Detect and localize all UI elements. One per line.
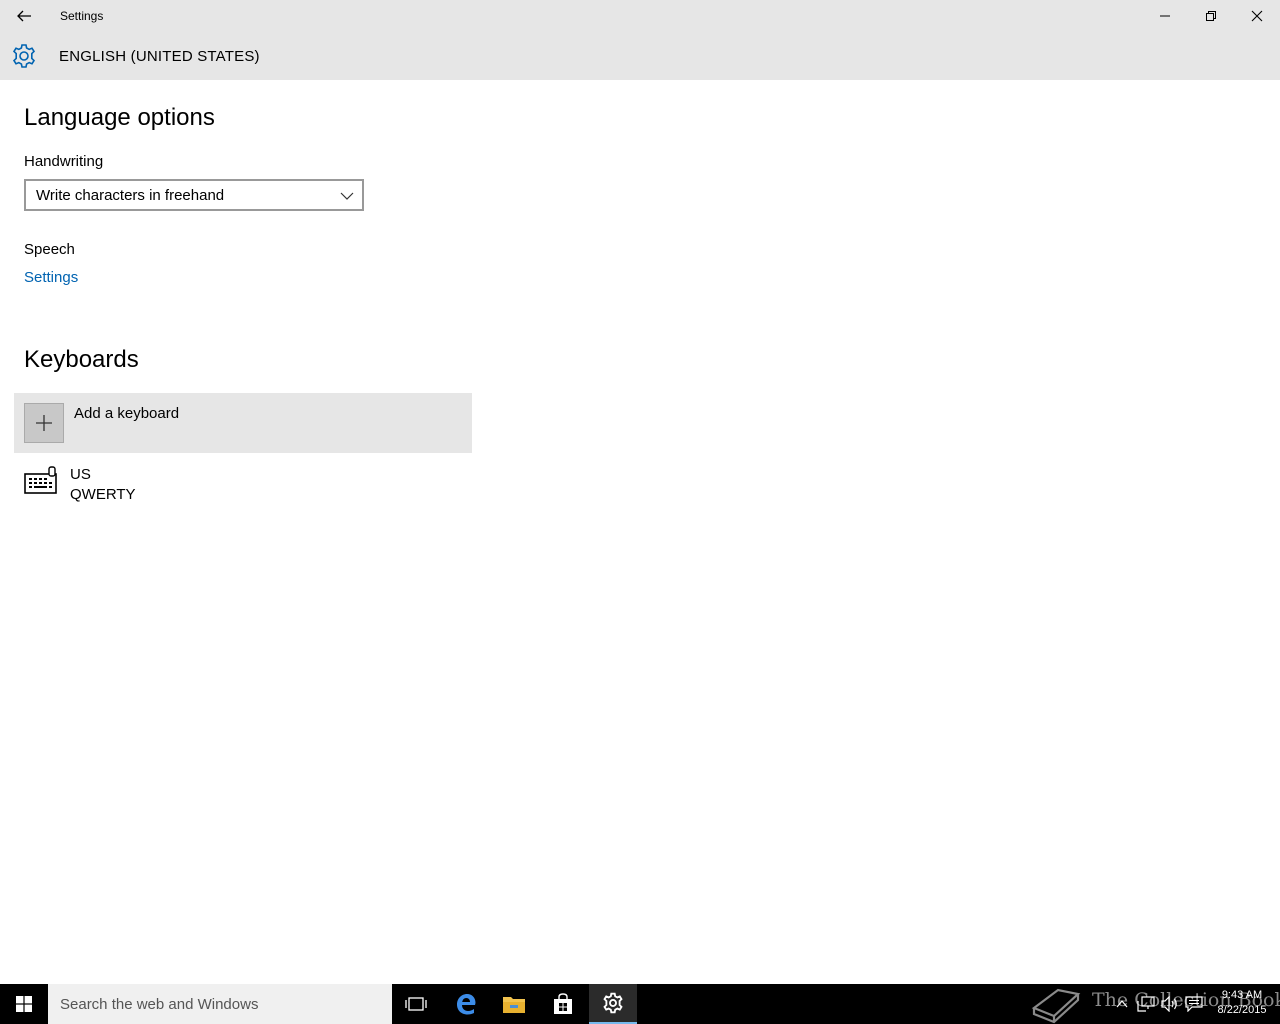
minimize-icon <box>1160 15 1170 17</box>
windows-logo-icon <box>16 996 32 1012</box>
clock-date: 8/22/2015 <box>1217 1004 1267 1016</box>
keyboards-heading: Keyboards <box>24 346 139 373</box>
add-keyboard-button[interactable]: Add a keyboard <box>14 393 472 453</box>
keyboard-icon <box>24 466 57 494</box>
action-center-button[interactable] <box>1184 994 1204 1014</box>
restore-icon <box>1206 11 1216 21</box>
file-explorer-button[interactable] <box>490 984 538 1024</box>
gear-icon <box>12 44 36 68</box>
add-keyboard-label: Add a keyboard <box>74 405 180 422</box>
plus-icon <box>36 415 52 431</box>
restore-button[interactable] <box>1188 0 1234 32</box>
speaker-icon <box>1161 996 1177 1012</box>
book-watermark-icon <box>1031 988 1081 1024</box>
edge-button[interactable] <box>442 984 490 1024</box>
gear-icon <box>603 992 623 1014</box>
folder-icon <box>503 997 525 1013</box>
show-hidden-icons-button[interactable] <box>1112 994 1132 1014</box>
handwriting-dropdown[interactable]: Write characters in freehand <box>24 179 364 211</box>
notifications-icon <box>1185 996 1203 1012</box>
speech-settings-link[interactable]: Settings <box>24 269 78 286</box>
edge-browser-icon <box>457 994 476 1015</box>
page-header: ENGLISH (UNITED STATES) <box>0 32 1280 80</box>
back-arrow-icon <box>17 10 31 22</box>
close-icon <box>1251 10 1263 22</box>
start-button[interactable] <box>0 984 48 1024</box>
title-bar: Settings <box>0 0 1280 32</box>
taskbar-search-box[interactable]: Search the web and Windows <box>48 984 392 1024</box>
task-view-button[interactable] <box>392 984 440 1024</box>
breadcrumb: ENGLISH (UNITED STATES) <box>59 48 260 65</box>
language-options-heading: Language options <box>24 104 215 131</box>
add-keyboard-plus-box <box>24 403 64 443</box>
window-title: Settings <box>60 9 104 23</box>
close-button[interactable] <box>1234 0 1280 32</box>
handwriting-label: Handwriting <box>24 153 104 170</box>
minimize-button[interactable] <box>1142 0 1188 32</box>
speech-label: Speech <box>24 241 75 258</box>
store-bag-icon <box>554 993 572 1014</box>
clock-time: 9:43 AM <box>1221 989 1263 1001</box>
task-view-icon <box>405 997 427 1011</box>
keyboard-layout: QWERTY <box>70 486 136 503</box>
keyboard-name: US <box>70 466 91 483</box>
store-button[interactable] <box>539 984 587 1024</box>
keyboard-item-us[interactable]: US QWERTY <box>14 460 472 508</box>
handwriting-dropdown-value: Write characters in freehand <box>36 187 225 204</box>
network-icon <box>1137 996 1155 1012</box>
chevron-up-icon <box>1116 1000 1128 1008</box>
settings-taskbar-button[interactable] <box>589 984 637 1024</box>
back-button[interactable] <box>8 0 40 32</box>
volume-tray-button[interactable] <box>1160 994 1180 1014</box>
network-tray-button[interactable] <box>1136 994 1156 1014</box>
chevron-down-icon <box>340 192 354 200</box>
taskbar-clock[interactable]: 9:43 AM 8/22/2015 <box>1210 988 1274 1018</box>
taskbar: Search the web and Windows The Collectio… <box>0 984 1280 1024</box>
search-placeholder: Search the web and Windows <box>60 996 259 1013</box>
